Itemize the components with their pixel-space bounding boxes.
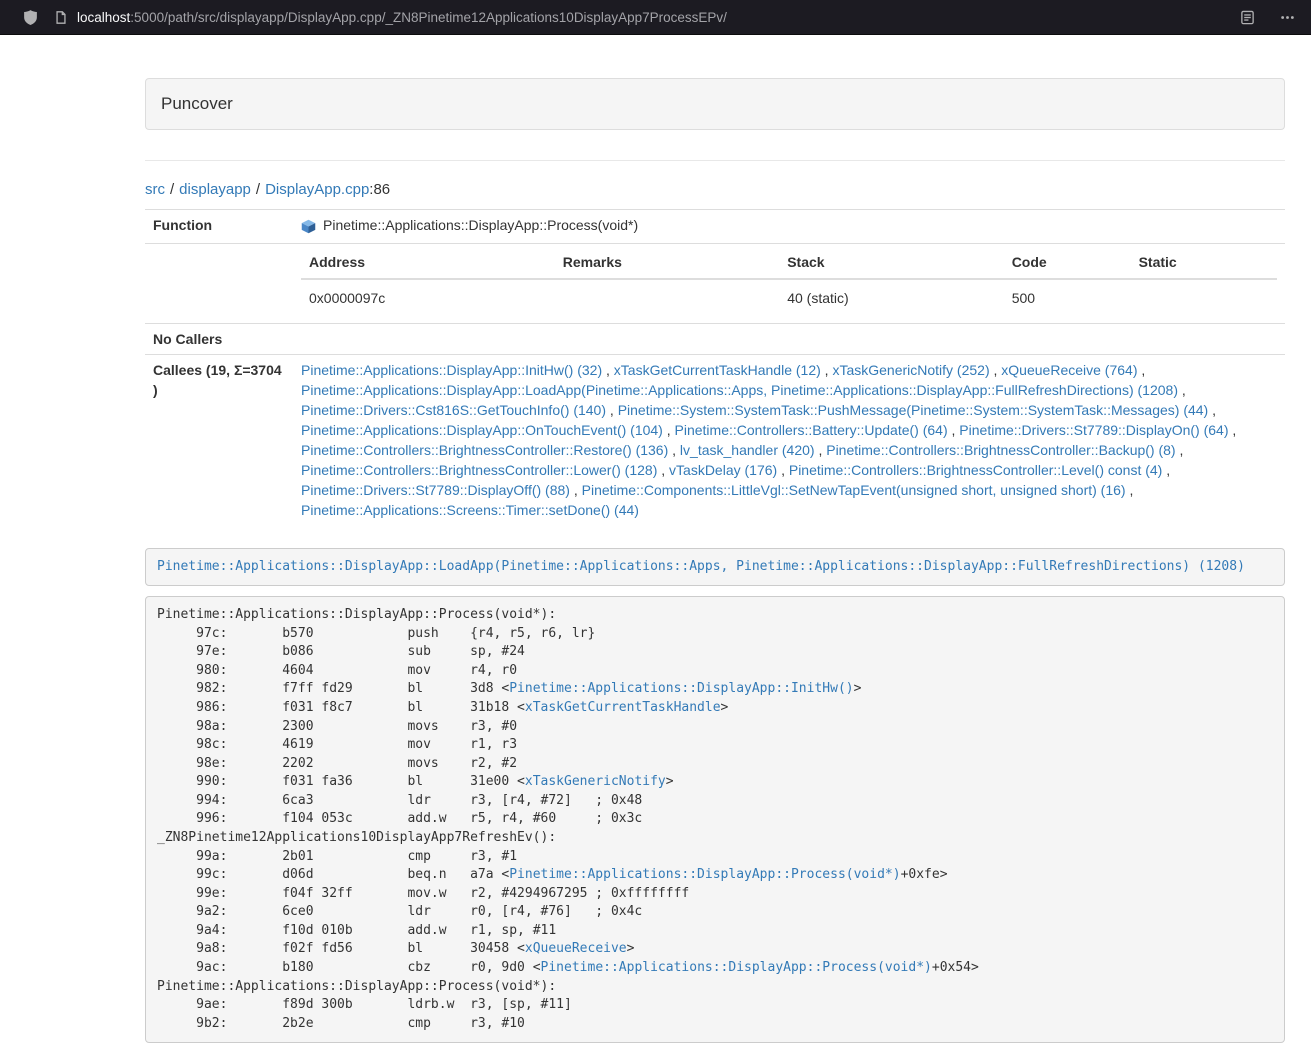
callee-separator: , [668,442,680,458]
callee-separator: , [815,442,827,458]
callee-link[interactable]: Pinetime::Components::LittleVgl::SetNewT… [582,482,1126,498]
breadcrumb: src / displayapp / DisplayApp.cpp:86 [145,181,1285,198]
callee-separator: , [821,362,833,378]
col-address: Address [301,249,555,279]
callee-separator: , [663,422,675,438]
asm-symbol-link[interactable]: xTaskGenericNotify [525,774,666,789]
symbol-table: Function Pinetime::Applications::Display… [145,209,1285,525]
callee-separator: , [602,362,614,378]
page-title: Puncover [161,94,1269,114]
url-path: :5000/path/src/displayapp/DisplayApp.cpp… [130,10,727,25]
callee-link[interactable]: Pinetime::Applications::DisplayApp::OnTo… [301,422,663,438]
asm-symbol-link[interactable]: xTaskGetCurrentTaskHandle [525,700,721,715]
address-value: 0x0000097c [301,279,555,318]
no-callers-label: No Callers [145,323,293,354]
callee-link[interactable]: xTaskGetCurrentTaskHandle (12) [614,362,821,378]
callee-link[interactable]: Pinetime::Applications::DisplayApp::Init… [301,362,602,378]
breadcrumb-separator: / [170,181,174,198]
loadapp-symbol-box: Pinetime::Applications::DisplayApp::Load… [145,548,1285,587]
callee-separator: , [1126,482,1134,498]
callees-row: Callees (19, Σ=3704 ) Pinetime::Applicat… [145,354,1285,525]
callee-link[interactable]: Pinetime::Applications::DisplayApp::Load… [301,382,1178,398]
asm-symbol-link[interactable]: Pinetime::Applications::DisplayApp::Proc… [541,960,932,975]
browser-toolbar: localhost:5000/path/src/displayapp/Displ… [0,0,1311,35]
callee-separator: , [570,482,582,498]
callee-link[interactable]: vTaskDelay (176) [669,462,777,478]
url-host: localhost [77,10,130,25]
function-label: Function [145,210,293,244]
url-bar[interactable]: localhost:5000/path/src/displayapp/Displ… [54,10,1240,25]
callee-separator: , [1208,402,1216,418]
callee-separator: , [657,462,669,478]
function-row: Function Pinetime::Applications::Display… [145,210,1285,244]
asm-symbol-link[interactable]: Pinetime::Applications::DisplayApp::Init… [509,681,853,696]
code-value: 500 [1004,279,1131,318]
symbol-cube-icon [301,219,316,234]
callee-link[interactable]: Pinetime::Drivers::Cst816S::GetTouchInfo… [301,402,606,418]
callee-separator: , [948,422,960,438]
breadcrumb-separator: / [256,181,260,198]
callees-list: Pinetime::Applications::DisplayApp::Init… [293,354,1285,525]
page-identity-icon[interactable] [54,10,68,25]
static-value [1131,279,1277,318]
callee-separator: , [1229,422,1237,438]
toolbar-actions [1240,10,1297,25]
metrics-values-row: 0x0000097c 40 (static) 500 [301,279,1277,318]
callee-link[interactable]: Pinetime::Controllers::BrightnessControl… [789,462,1162,478]
callee-separator: , [1137,362,1145,378]
no-callers-row: No Callers [145,323,1285,354]
metrics-header-row: Address Remarks Stack Code Static [301,249,1277,279]
remarks-value [555,279,779,318]
assembly-code: Pinetime::Applications::DisplayApp::Proc… [145,596,1285,1043]
function-cell: Pinetime::Applications::DisplayApp::Proc… [301,215,638,235]
callee-separator: , [1178,382,1186,398]
callee-link[interactable]: Pinetime::Applications::Screens::Timer::… [301,502,639,518]
asm-symbol-link[interactable]: Pinetime::Applications::DisplayApp::Proc… [509,867,900,882]
function-name: Pinetime::Applications::DisplayApp::Proc… [323,215,638,235]
col-stack: Stack [779,249,1003,279]
callee-link[interactable]: xTaskGenericNotify (252) [832,362,989,378]
metrics-table: Address Remarks Stack Code Static 0x0000… [301,249,1277,318]
callee-link[interactable]: Pinetime::Controllers::BrightnessControl… [301,462,657,478]
col-code: Code [1004,249,1131,279]
callee-separator: , [1176,442,1184,458]
main-content: Puncover src / displayapp / DisplayApp.cpp:8… [145,35,1285,1043]
asm-symbol-link[interactable]: xQueueReceive [525,941,627,956]
app-header-panel: Puncover [145,78,1285,130]
section-divider [145,160,1285,161]
callee-separator: , [777,462,789,478]
breadcrumb-link-src[interactable]: src [145,181,165,198]
callee-link[interactable]: Pinetime::Drivers::St7789::DisplayOff() … [301,482,570,498]
col-static: Static [1131,249,1277,279]
loadapp-symbol-link[interactable]: Pinetime::Applications::DisplayApp::Load… [157,559,1245,574]
callee-link[interactable]: Pinetime::Controllers::BrightnessControl… [826,442,1175,458]
col-remarks: Remarks [555,249,779,279]
metrics-row-label [145,243,293,323]
callee-link[interactable]: Pinetime::Controllers::Battery::Update()… [675,422,948,438]
callee-link[interactable]: Pinetime::System::SystemTask::PushMessag… [618,402,1209,418]
callee-link[interactable]: Pinetime::Controllers::BrightnessControl… [301,442,668,458]
reader-view-icon[interactable] [1240,10,1255,25]
breadcrumb-link-file[interactable]: DisplayApp.cpp [265,181,369,198]
callee-link[interactable]: Pinetime::Drivers::St7789::DisplayOn() (… [959,422,1228,438]
callee-link[interactable]: xQueueReceive (764) [1001,362,1137,378]
callee-link[interactable]: lv_task_handler (420) [680,442,815,458]
breadcrumb-line-number: :86 [369,181,390,198]
callee-separator: , [1162,462,1170,478]
callee-separator: , [990,362,1002,378]
stack-value: 40 (static) [779,279,1003,318]
overflow-menu-icon[interactable] [1280,10,1295,25]
callee-separator: , [606,402,618,418]
tracking-shield-icon[interactable] [22,9,39,26]
callees-label: Callees (19, Σ=3704 ) [145,354,293,525]
breadcrumb-link-displayapp[interactable]: displayapp [179,181,251,198]
metrics-row: Address Remarks Stack Code Static 0x0000… [145,243,1285,323]
